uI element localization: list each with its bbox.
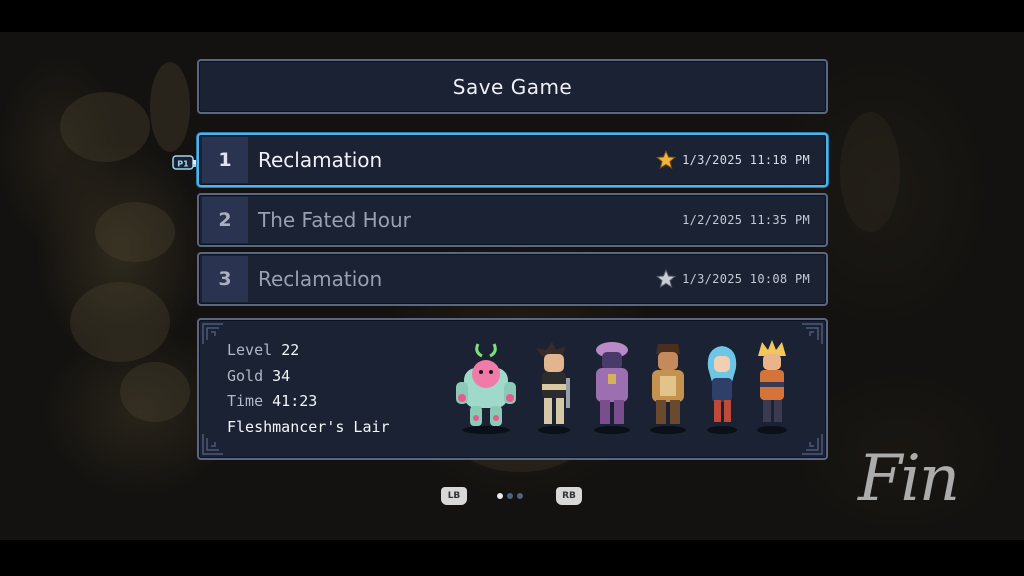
slot-meta: 1/2/2025 11:35 PM	[682, 213, 810, 227]
level-value: 22	[281, 341, 300, 359]
page-dot	[507, 493, 513, 499]
save-slot-1[interactable]: 1 Reclamation 1/3/2025 11:18 PM	[197, 133, 828, 187]
sun-warrior-sprite-icon	[757, 340, 787, 434]
level-row: Level 22	[227, 338, 390, 364]
slot-meta: 1/3/2025 11:18 PM	[656, 150, 810, 170]
time-row: Time 41:23	[227, 389, 390, 415]
save-game-header: Save Game	[197, 59, 828, 114]
silver-star-icon	[656, 269, 677, 289]
page-dots	[497, 493, 523, 499]
level-label: Level	[227, 341, 273, 359]
save-slot-2[interactable]: 2 The Fated Hour 1/2/2025 11:35 PM	[197, 193, 828, 247]
slot-number: 3	[202, 256, 248, 302]
slot-name: Reclamation	[258, 267, 383, 291]
gold-row: Gold 34	[227, 364, 390, 390]
page-dot-active	[497, 493, 503, 499]
save-details-panel: Level 22 Gold 34 Time 41:23 Fleshmancer'…	[197, 318, 828, 460]
background-rock	[70, 282, 170, 362]
slot-number: 2	[202, 197, 248, 243]
location-name: Fleshmancer's Lair	[227, 417, 390, 436]
corner-ornament-icon	[202, 323, 223, 344]
party-sprites	[456, 340, 787, 434]
background-rock	[120, 362, 190, 422]
slot-date: 1/2/2025 11:35 PM	[682, 213, 810, 227]
corner-ornament-icon	[202, 434, 223, 455]
save-slot-3[interactable]: 3 Reclamation 1/3/2025 10:08 PM	[197, 252, 828, 306]
cursor-player-label: P1	[177, 160, 189, 169]
page-dot	[517, 493, 523, 499]
slot-meta: 1/3/2025 10:08 PM	[656, 269, 810, 289]
gold-star-icon	[656, 150, 677, 170]
page-title: Save Game	[452, 74, 573, 99]
fin-watermark: Fin	[858, 442, 960, 516]
game-screen: Save Game P1 1 Reclamation 1/3/2025 11:1…	[0, 0, 1024, 576]
save-stats: Level 22 Gold 34 Time 41:23 Fleshmancer'…	[227, 338, 390, 440]
slot-name: Reclamation	[258, 148, 383, 172]
gold-label: Gold	[227, 366, 264, 385]
background-rock	[840, 112, 900, 232]
time-label: Time	[227, 392, 264, 410]
letterbox-top	[0, 0, 1024, 32]
mage-sprite-icon	[594, 342, 630, 434]
warrior-sprite-icon	[536, 342, 570, 434]
slot-date: 1/3/2025 10:08 PM	[682, 272, 810, 286]
letterbox-bottom	[0, 540, 1024, 576]
background-rock	[95, 202, 175, 262]
gold-value: 34	[272, 366, 291, 385]
page-navigator: LB RB	[441, 487, 583, 507]
rb-button[interactable]: RB	[556, 487, 582, 505]
slot-number: 1	[202, 137, 248, 183]
slot-name: The Fated Hour	[258, 208, 411, 232]
time-value: 41:23	[272, 392, 318, 410]
moon-monk-sprite-icon	[707, 346, 737, 434]
background-rock	[150, 62, 190, 152]
golem-sprite-icon	[456, 343, 516, 434]
slot-date: 1/3/2025 11:18 PM	[682, 153, 810, 167]
background-rock	[60, 92, 150, 162]
cook-sprite-icon	[650, 344, 686, 434]
lb-button[interactable]: LB	[441, 487, 467, 505]
